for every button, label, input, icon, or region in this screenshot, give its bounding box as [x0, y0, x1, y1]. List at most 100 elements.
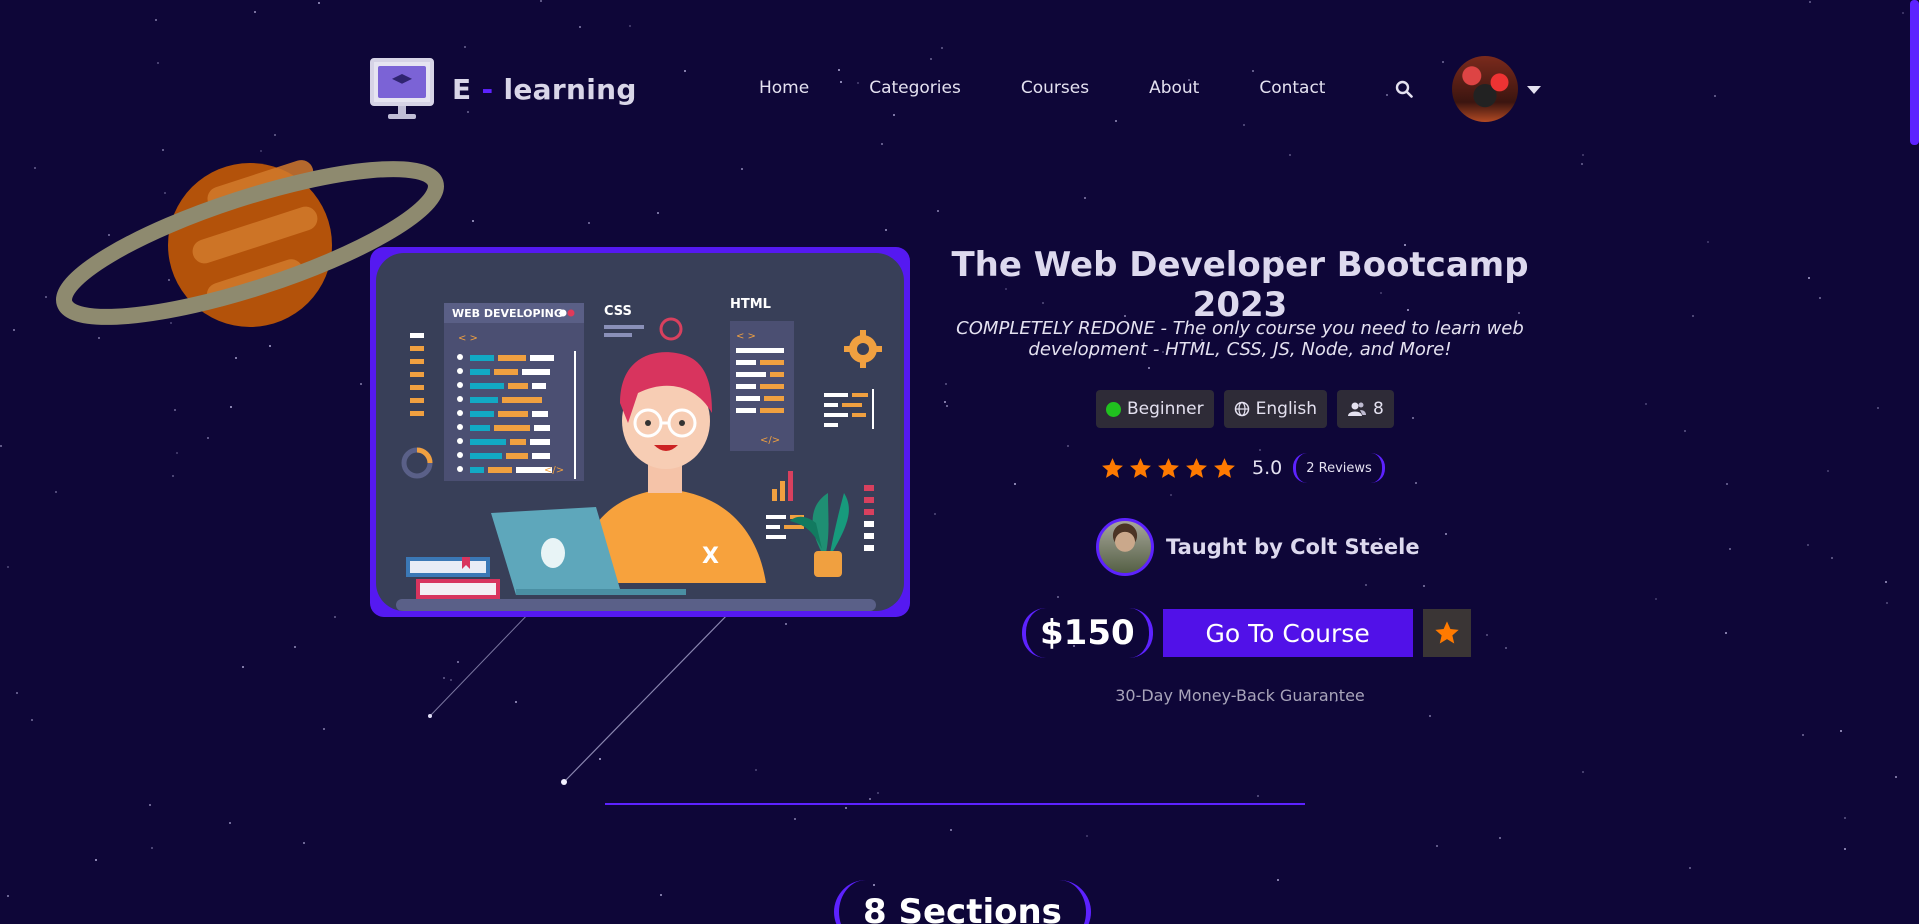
star-dot — [1840, 730, 1842, 732]
course-title: The Web Developer Bootcamp 2023 — [951, 245, 1529, 325]
search-icon[interactable] — [1395, 80, 1413, 98]
star-dot — [1844, 848, 1846, 850]
panel-label-web-developing: WEB DEVELOPING — [452, 307, 563, 320]
money-back-guarantee: 30-Day Money-Back Guarantee — [1115, 686, 1365, 705]
star-dot — [55, 491, 57, 493]
nav-home[interactable]: Home — [759, 78, 809, 98]
star-dot — [1689, 867, 1691, 869]
star-dot — [151, 847, 153, 849]
star-dot — [34, 167, 36, 169]
star-dot — [0, 445, 2, 447]
monitor-graduation-icon — [370, 58, 434, 120]
star-dot — [1581, 163, 1583, 165]
go-to-course-button[interactable]: Go To Course — [1162, 609, 1413, 657]
star-dot — [254, 11, 256, 13]
star-dot — [1436, 845, 1438, 847]
globe-icon — [1234, 401, 1249, 417]
star-dot — [1808, 277, 1810, 279]
bracket-label: < > — [458, 333, 478, 344]
star-dot — [944, 401, 946, 403]
user-avatar[interactable] — [1452, 56, 1518, 122]
site-logo[interactable]: E - learning — [370, 58, 637, 120]
star-dot — [941, 47, 943, 49]
course-thumbnail: WEB DEVELOPING < > </> CSS HTML < > </> — [370, 247, 910, 617]
star-dot — [945, 383, 947, 385]
star-dot — [881, 143, 883, 145]
star-dot — [360, 383, 362, 385]
sections-heading: 8 Sections — [834, 880, 1091, 924]
star-dot — [893, 114, 895, 116]
star-dot — [1084, 197, 1086, 199]
star-dot — [1827, 470, 1829, 472]
star-dot — [1170, 494, 1172, 496]
star-dot — [1819, 297, 1821, 299]
star-dot — [274, 134, 276, 136]
instructor: Taught by Colt Steele — [1096, 518, 1420, 576]
star-dot — [794, 818, 796, 820]
students-badge: 8 — [1337, 390, 1394, 428]
star-dot — [1086, 835, 1088, 837]
star-dot — [579, 26, 581, 28]
star-dot — [1505, 647, 1507, 649]
star-dot — [472, 220, 474, 222]
star-dot — [229, 822, 231, 824]
star-dot — [242, 666, 244, 668]
star-dot — [303, 842, 305, 844]
star-dot — [1726, 483, 1728, 485]
star-dot — [95, 859, 97, 861]
scrollbar[interactable] — [1910, 0, 1919, 924]
caret-down-icon[interactable] — [1527, 86, 1541, 94]
starfield-background — [0, 0, 1919, 924]
star-dot — [1692, 315, 1694, 317]
nav-about[interactable]: About — [1149, 78, 1199, 98]
star-dot — [1582, 771, 1584, 773]
instructor-avatar[interactable] — [1096, 518, 1154, 576]
star-dot — [45, 296, 47, 298]
star-dot — [1895, 776, 1897, 778]
star-dot — [172, 475, 174, 477]
star-dot — [1486, 634, 1488, 636]
star-dot — [1725, 632, 1727, 634]
star-dot — [684, 70, 686, 72]
scrollbar-thumb[interactable] — [1910, 0, 1919, 145]
star-dot — [1645, 403, 1647, 405]
star-dot — [1831, 557, 1833, 559]
favorite-button[interactable] — [1422, 609, 1471, 657]
star-dot — [838, 69, 840, 71]
star-dot — [16, 692, 18, 694]
star-dot — [207, 437, 209, 439]
star-dot — [7, 895, 9, 897]
star-dot — [157, 62, 159, 64]
star-dot — [1844, 817, 1846, 819]
star-dot — [657, 212, 659, 214]
star-dot — [334, 616, 336, 618]
star-dot — [7, 566, 9, 568]
star-dot — [1445, 533, 1447, 535]
star-dot — [934, 513, 936, 515]
star-dot — [950, 829, 952, 831]
star-dot — [1412, 417, 1414, 419]
star-icon — [1186, 457, 1207, 478]
students-count: 8 — [1373, 399, 1384, 419]
star-dot — [937, 210, 939, 212]
section-divider — [605, 803, 1305, 805]
course-badges: Beginner English 8 — [1096, 390, 1394, 428]
star-dot — [1885, 581, 1887, 583]
rating-stars — [1100, 456, 1237, 481]
reviews-count[interactable]: 2 Reviews — [1293, 453, 1385, 483]
star-dot — [540, 0, 542, 2]
instructor-name[interactable]: Taught by Colt Steele — [1166, 535, 1420, 559]
star-dot — [1289, 154, 1291, 156]
star-dot — [1442, 61, 1444, 63]
shirt-mark: X — [702, 544, 719, 569]
nav-categories[interactable]: Categories — [869, 78, 961, 98]
star-dot — [588, 222, 590, 224]
star-dot — [869, 798, 871, 800]
main-nav: Home Categories Courses About Contact — [759, 78, 1325, 98]
star-dot — [31, 719, 33, 721]
users-icon — [1348, 402, 1367, 416]
nav-contact[interactable]: Contact — [1259, 78, 1325, 98]
nav-courses[interactable]: Courses — [1021, 78, 1089, 98]
brand-name: E - learning — [452, 72, 637, 106]
panel-label-html: HTML — [730, 297, 771, 312]
